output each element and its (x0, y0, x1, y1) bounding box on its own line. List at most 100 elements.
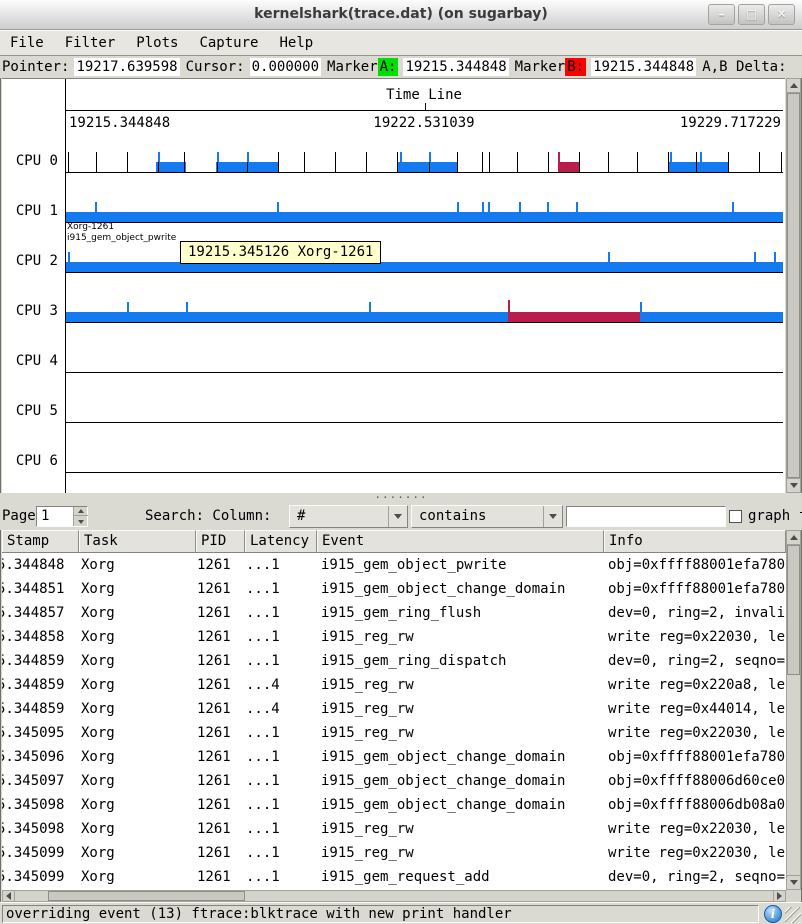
table-row[interactable]: 5.344859Xorg1261...4i915_reg_rwwrite reg… (2, 673, 786, 697)
cell-stamp: 5.344859 (2, 673, 79, 697)
cpu-row-4[interactable] (66, 323, 783, 373)
cpu-label-5: CPU 5 (2, 403, 58, 421)
resize-grip-icon[interactable] (785, 907, 801, 923)
cpu-1-bar[interactable] (66, 212, 783, 222)
cell-info: dev=0, ring=2, seqno= (604, 649, 786, 673)
event-tick (608, 152, 609, 172)
table-row[interactable]: 5.344848Xorg1261...1i915_gem_object_pwri… (2, 553, 786, 577)
status-message: overriding event (13) ftrace:blktrace wi… (2, 905, 759, 923)
pane-splitter[interactable]: ······· (0, 493, 802, 503)
column-header-stamp[interactable]: Stamp (2, 530, 79, 553)
graph-scroll-thumb[interactable] (787, 93, 800, 478)
table-row[interactable]: 5.345097Xorg1261...1i915_gem_object_chan… (2, 769, 786, 793)
scroll-right-icon[interactable] (773, 891, 785, 901)
column-header-task[interactable]: Task (79, 530, 196, 553)
match-select[interactable]: contains (411, 505, 563, 528)
cpu-3-bar[interactable] (640, 312, 783, 322)
column-header-event[interactable]: Event (317, 530, 604, 553)
graph-scroll-up-icon[interactable] (787, 79, 800, 93)
column-select[interactable]: # (289, 505, 408, 528)
search-input[interactable] (566, 506, 726, 527)
timeline-graph[interactable]: Time Line 19215.344848 19222.531039 1922… (2, 78, 785, 493)
graph-follows-checkbox[interactable] (729, 510, 742, 523)
delta-label: A,B Delta: (702, 59, 786, 75)
close-button[interactable]: ✕ (768, 4, 795, 25)
table-row[interactable]: 5.344859Xorg1261...1i915_gem_ring_dispat… (2, 649, 786, 673)
menu-item-plots[interactable]: Plots (136, 33, 178, 53)
cell-info: obj=0xffff88001efa780 (604, 553, 786, 577)
cpu-row-2[interactable] (66, 223, 783, 273)
cell-latency: ...1 (245, 601, 317, 625)
event-tick (576, 202, 578, 212)
table-row[interactable]: 5.344858Xorg1261...1i915_reg_rwwrite reg… (2, 625, 786, 649)
cell-info: dev=0, ring=2, invali (604, 601, 786, 625)
menu-item-file[interactable]: File (10, 33, 44, 53)
cell-event: i915_gem_object_change_domain (317, 577, 604, 601)
table-row[interactable]: 5.345095Xorg1261...1i915_reg_rwwrite reg… (2, 721, 786, 745)
cpu-0-bar[interactable] (668, 162, 728, 172)
cpu-row-5[interactable] (66, 373, 783, 423)
graph-vertical-scrollbar[interactable] (786, 78, 801, 493)
event-tick (489, 152, 490, 172)
cpu-row-0[interactable] (66, 123, 783, 173)
task-annotation: Xorg-1261 (67, 222, 114, 233)
column-header-pid[interactable]: PID (196, 530, 245, 553)
cpu-2-bar[interactable] (66, 262, 783, 272)
table-scroll-up-icon[interactable] (787, 531, 800, 545)
maximize-button[interactable]: □ (738, 4, 765, 25)
table-row[interactable]: 5.344851Xorg1261...1i915_gem_object_chan… (2, 577, 786, 601)
menu-item-help[interactable]: Help (279, 33, 313, 53)
spin-up-icon[interactable] (74, 507, 88, 516)
event-tick (482, 152, 483, 172)
column-header-latency[interactable]: Latency (245, 530, 317, 553)
table-row[interactable]: 5.345099Xorg1261...1i915_reg_rwwrite reg… (2, 841, 786, 865)
cell-stamp: 5.344859 (2, 697, 79, 721)
timeline-axis (66, 110, 783, 111)
cpu-row-1[interactable] (66, 173, 783, 223)
column-header-info[interactable]: Info (604, 530, 786, 553)
table-header: StampTaskPIDLatencyEventInfo (2, 530, 786, 553)
cell-event: i915_gem_object_pwrite (317, 553, 604, 577)
table-row[interactable]: 5.344859Xorg1261...4i915_reg_rwwrite reg… (2, 697, 786, 721)
minimize-button[interactable]: – (708, 4, 735, 25)
spin-down-icon[interactable] (74, 517, 88, 526)
scroll-left-icon[interactable] (3, 891, 15, 901)
table-row[interactable]: 5.345098Xorg1261...1i915_gem_object_chan… (2, 793, 786, 817)
cpu-row-6[interactable] (66, 423, 783, 473)
info-icon[interactable]: i (764, 905, 782, 923)
cpu-0-bar[interactable] (397, 162, 457, 172)
cpu-0-bar[interactable] (558, 162, 580, 172)
chevron-down-icon[interactable] (388, 506, 407, 527)
chevron-down-icon[interactable] (543, 506, 562, 527)
cpu-label-0: CPU 0 (2, 153, 58, 171)
cpu-3-bar[interactable] (508, 312, 641, 322)
title-bar[interactable]: kernelshark(trace.dat) (on sugarbay) – □… (0, 0, 802, 30)
graph-scroll-down-icon[interactable] (787, 478, 800, 492)
cell-pid: 1261 (196, 865, 245, 889)
table-horizontal-scrollbar[interactable] (2, 890, 786, 902)
table-row[interactable]: 5.345099Xorg1261...1i915_gem_request_add… (2, 865, 786, 889)
table-row[interactable]: 5.345096Xorg1261...1i915_gem_object_chan… (2, 745, 786, 769)
cpu-row-3[interactable] (66, 273, 783, 323)
cell-stamp: 5.345098 (2, 793, 79, 817)
event-tick (127, 302, 129, 312)
table-row[interactable]: 5.345098Xorg1261...1i915_reg_rwwrite reg… (2, 817, 786, 841)
axis-center-tick (425, 103, 426, 110)
table-scroll-down-icon[interactable] (787, 875, 800, 889)
cpu-0-bar[interactable] (156, 162, 187, 172)
table-vertical-scrollbar[interactable] (786, 530, 801, 890)
menu-item-filter[interactable]: Filter (65, 33, 116, 53)
cell-pid: 1261 (196, 625, 245, 649)
marker-a-value: 19215.344848 (403, 58, 508, 76)
cpu-3-bar[interactable] (66, 312, 508, 322)
cell-info: write reg=0x22030, le (604, 721, 786, 745)
cell-info: write reg=0x220a8, le (604, 673, 786, 697)
page-spinbox[interactable]: 1 (36, 506, 88, 527)
menu-item-capture[interactable]: Capture (199, 33, 258, 53)
horizontal-scroll-thumb[interactable] (48, 891, 245, 901)
cell-info: write reg=0x22030, le (604, 625, 786, 649)
table-row[interactable]: 5.344857Xorg1261...1i915_gem_ring_flushd… (2, 601, 786, 625)
table-scroll-thumb[interactable] (787, 545, 800, 675)
cell-pid: 1261 (196, 841, 245, 865)
cell-latency: ...1 (245, 841, 317, 865)
